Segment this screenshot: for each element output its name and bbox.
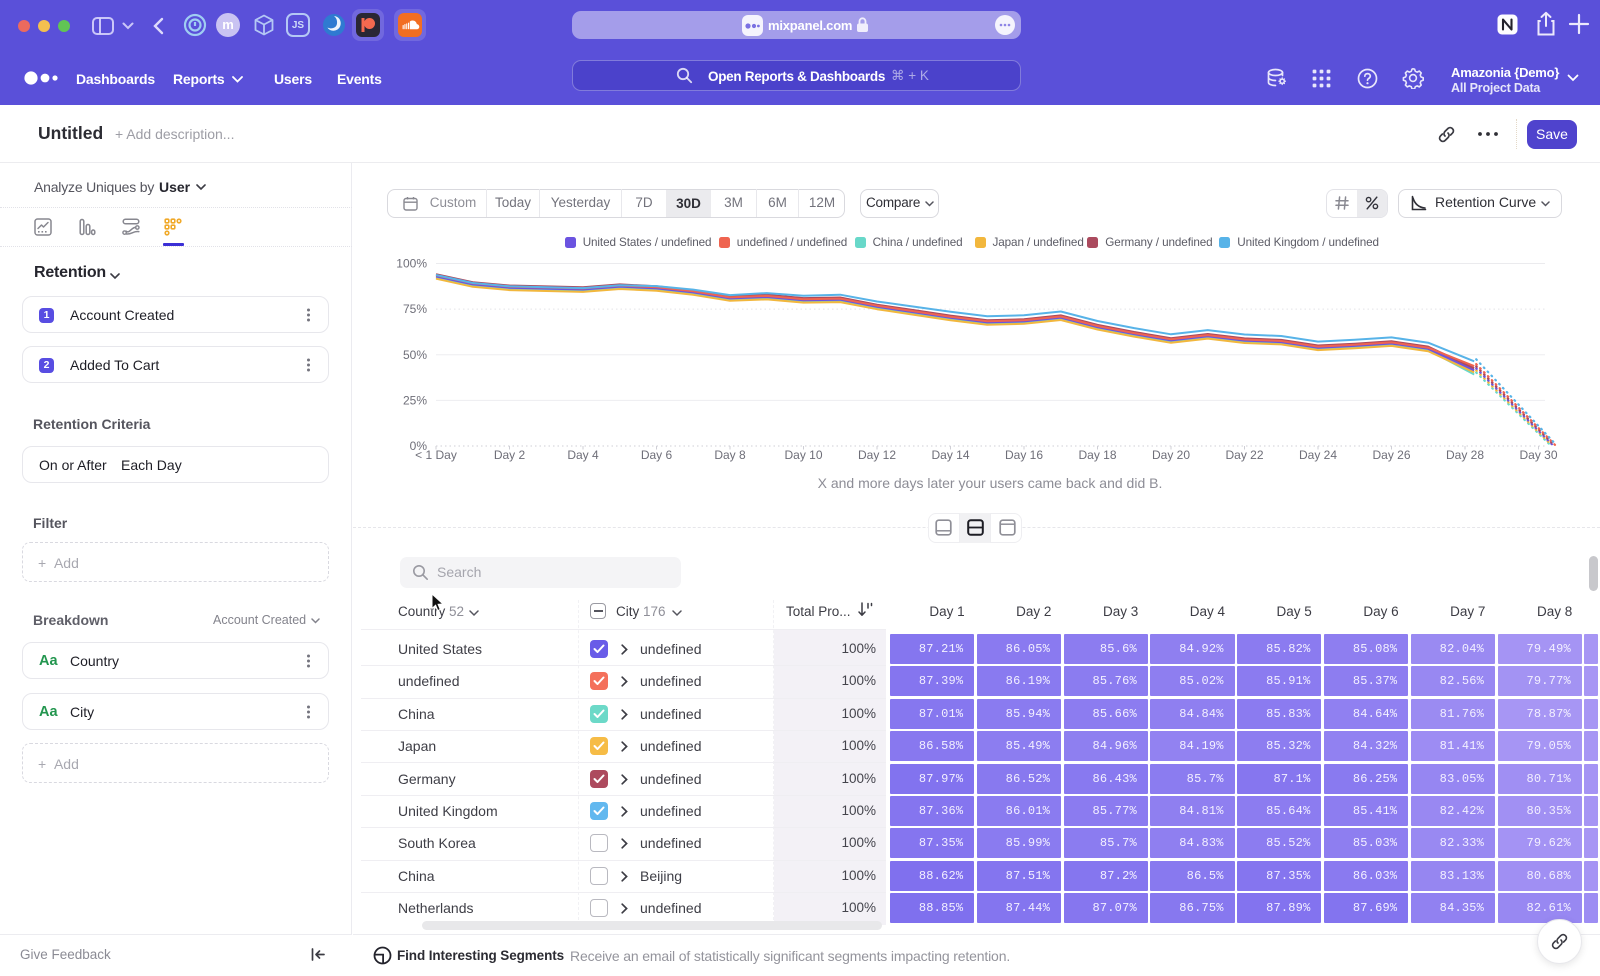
svg-text:Day 12: Day 12 [858, 448, 896, 462]
svg-text:Day 14: Day 14 [931, 448, 969, 462]
svg-text:Day 20: Day 20 [1152, 448, 1190, 462]
svg-text:75%: 75% [403, 302, 427, 316]
svg-text:25%: 25% [403, 393, 427, 407]
svg-text:Day 28: Day 28 [1446, 448, 1484, 462]
svg-text:50%: 50% [403, 348, 427, 362]
svg-text:Day 4: Day 4 [567, 448, 599, 462]
svg-text:< 1 Day: < 1 Day [415, 448, 457, 462]
svg-text:Day 6: Day 6 [641, 448, 673, 462]
svg-text:Day 30: Day 30 [1519, 448, 1557, 462]
svg-text:100%: 100% [396, 257, 427, 271]
svg-text:Day 18: Day 18 [1078, 448, 1116, 462]
svg-text:Day 26: Day 26 [1372, 448, 1410, 462]
svg-text:Day 16: Day 16 [1005, 448, 1043, 462]
svg-text:Day 8: Day 8 [714, 448, 746, 462]
svg-text:Day 24: Day 24 [1299, 448, 1337, 462]
svg-text:Day 2: Day 2 [494, 448, 526, 462]
svg-text:Day 22: Day 22 [1225, 448, 1263, 462]
svg-text:Day 10: Day 10 [784, 448, 822, 462]
svg-text:X and more days later your use: X and more days later your users came ba… [818, 475, 1163, 491]
